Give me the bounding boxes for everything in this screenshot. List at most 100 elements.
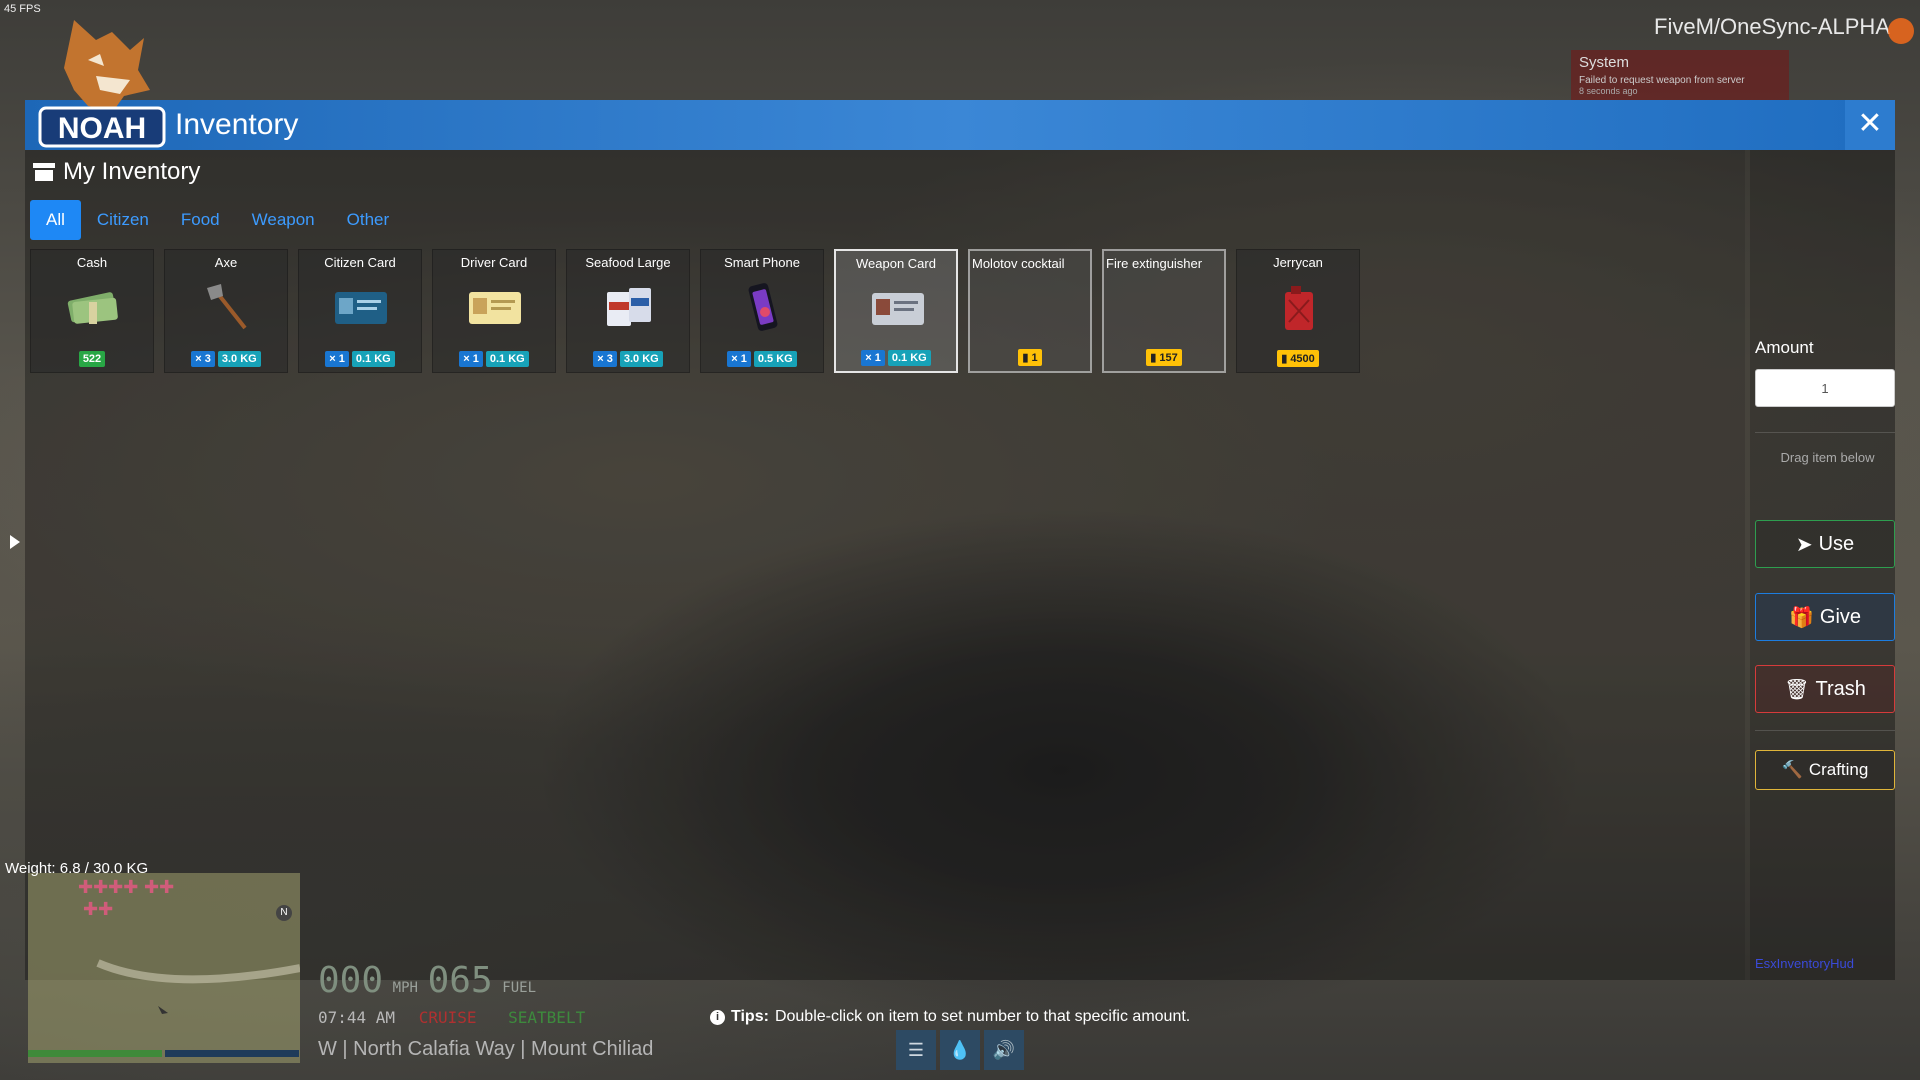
item-slot-jerrycan[interactable]: Jerrycan ▮ 4500	[1236, 249, 1360, 373]
amount-input[interactable]	[1755, 369, 1895, 407]
tab-food[interactable]: Food	[165, 200, 236, 240]
amount-label: Amount	[1755, 338, 1814, 357]
item-ammo-badge: ▮ 4500	[1277, 350, 1319, 367]
fuel-value: 065	[427, 960, 493, 1001]
fuel-unit: FUEL	[502, 980, 536, 996]
north-indicator: N	[276, 905, 292, 921]
driver-card-icon	[469, 292, 521, 324]
category-tabs: All Citizen Food Weapon Other	[30, 200, 405, 240]
thirst-icon: 💧	[940, 1030, 980, 1070]
food-pack-icon	[607, 288, 651, 326]
item-weight-badge: 3.0 KG	[619, 351, 663, 367]
street-name: W | North Calafia Way | Mount Chiliad	[318, 1038, 654, 1060]
minimap: ✚✚✚✚ ✚✚ ✚✚ N	[28, 873, 300, 1063]
hud-status-row: 07:44 AM CRUISE SEATBELT	[318, 1008, 585, 1027]
item-count-badge: × 1	[459, 351, 483, 367]
server-icon	[1888, 18, 1914, 44]
tab-citizen[interactable]: Citizen	[81, 200, 165, 240]
use-button[interactable]: ➤ Use	[1755, 520, 1895, 568]
archive-icon	[33, 163, 55, 181]
health-bar	[28, 1050, 162, 1057]
pointer-icon: ➤	[1795, 533, 1813, 556]
axe-icon	[207, 284, 247, 330]
mouse-cursor-icon	[10, 535, 20, 549]
inventory-weight: Weight: 6.8 / 30.0 KG	[5, 860, 149, 877]
crafting-button[interactable]: 🔨 Crafting	[1755, 750, 1895, 790]
player-status-bar: ☰ 💧 🔊	[896, 1030, 1024, 1070]
divider	[1755, 432, 1895, 433]
give-button[interactable]: 🎁 Give	[1755, 593, 1895, 641]
item-name: Citizen Card	[324, 255, 396, 270]
tips-bar: i Tips: Double-click on item to set numb…	[710, 1008, 1190, 1026]
use-label: Use	[1818, 532, 1855, 555]
give-label: Give	[1819, 605, 1862, 628]
notification-title: System	[1579, 54, 1630, 71]
jerrycan-icon	[1285, 286, 1313, 330]
server-name: FiveM/OneSync-ALPHA	[1654, 14, 1890, 39]
drag-hint: Drag item below	[1780, 450, 1875, 465]
info-icon: i	[710, 1009, 725, 1025]
crafting-label: Crafting	[1808, 760, 1869, 779]
item-slot-smart-phone[interactable]: Smart Phone × 1 0.5 KG	[700, 249, 824, 373]
item-name: Smart Phone	[724, 255, 800, 270]
item-name: Fire extinguisher	[1106, 256, 1203, 271]
item-name: Jerrycan	[1273, 255, 1323, 270]
armor-bar	[165, 1050, 299, 1057]
item-weight-badge: 0.5 KG	[753, 351, 797, 367]
item-slot-molotov-cocktail[interactable]: Molotov cocktail ▮ 1	[968, 249, 1092, 373]
item-weight-badge: 0.1 KG	[485, 351, 529, 367]
my-inventory-panel: My Inventory All Citizen Food Weapon Oth…	[25, 150, 1745, 980]
vehicle-hud: 000 MPH 065 FUEL	[318, 960, 536, 1001]
gift-icon: 🎁	[1788, 606, 1814, 629]
item-slot-axe[interactable]: Axe × 3 3.0 KG	[164, 249, 288, 373]
noah-logo: NOAH	[34, 10, 169, 150]
item-slot-seafood-large[interactable]: Seafood Large × 3 3.0 KG	[566, 249, 690, 373]
item-weight-badge: 0.1 KG	[351, 351, 395, 367]
item-weight-badge: 3.0 KG	[217, 351, 261, 367]
section-title: My Inventory	[33, 158, 200, 186]
speed-unit: MPH	[392, 980, 418, 996]
voice-icon: 🔊	[984, 1030, 1024, 1070]
item-slot-citizen-card[interactable]: Citizen Card × 1 0.1 KG	[298, 249, 422, 373]
trash-icon: 🗑	[1784, 678, 1810, 701]
inventory-window: Inventory ✕ My Inventory All Citizen Foo…	[25, 100, 1895, 980]
trash-button[interactable]: 🗑 Trash	[1755, 665, 1895, 713]
tab-weapon[interactable]: Weapon	[236, 200, 331, 240]
tab-other[interactable]: Other	[331, 200, 406, 240]
tab-all[interactable]: All	[30, 200, 81, 240]
tips-text: Double-click on item to set number to th…	[774, 1008, 1191, 1025]
notification-time: 8 seconds ago	[1579, 86, 1638, 96]
item-count-badge: × 1	[861, 350, 885, 366]
item-slot-cash[interactable]: Cash 522	[30, 249, 154, 373]
item-ammo-badge: ▮ 1	[1018, 349, 1042, 366]
item-count-badge: × 3	[191, 351, 215, 367]
section-title-text: My Inventory	[63, 158, 201, 185]
id-card-icon	[335, 292, 387, 324]
trash-label: Trash	[1815, 677, 1866, 700]
item-weight-badge: 0.1 KG	[887, 350, 931, 366]
tips-label: Tips:	[731, 1008, 769, 1025]
item-ammo-badge: ▮ 157	[1146, 349, 1182, 366]
item-name: Cash	[76, 255, 108, 270]
weapon-card-icon	[872, 293, 924, 325]
item-name: Molotov cocktail	[972, 256, 1065, 271]
item-slot-driver-card[interactable]: Driver Card × 1 0.1 KG	[432, 249, 556, 373]
item-name: Seafood Large	[585, 255, 671, 270]
item-count-badge: × 1	[325, 351, 349, 367]
action-side-panel: Amount Drag item below ➤ Use 🎁 Give 🗑 Tr…	[1750, 150, 1895, 980]
panel-footer: EsxInventoryHud	[1755, 956, 1854, 971]
svg-text:✚✚✚✚ ✚✚: ✚✚✚✚ ✚✚	[78, 877, 174, 898]
hunger-icon: ☰	[896, 1030, 936, 1070]
item-name: Weapon Card	[856, 256, 936, 271]
item-count-badge: × 3	[593, 351, 617, 367]
game-time: 07:44 AM	[318, 1008, 396, 1027]
item-count-badge: × 1	[727, 351, 751, 367]
divider	[1755, 730, 1895, 731]
item-slot-weapon-card[interactable]: Weapon Card × 1 0.1 KG	[834, 249, 958, 373]
cash-icon	[67, 292, 118, 324]
inventory-title: Inventory	[175, 108, 299, 141]
close-button[interactable]: ✕	[1845, 100, 1895, 150]
logo-text: NOAH	[58, 112, 146, 145]
item-count-badge: 522	[78, 351, 106, 367]
item-slot-fire-extinguisher[interactable]: Fire extinguisher ▮ 157	[1102, 249, 1226, 373]
